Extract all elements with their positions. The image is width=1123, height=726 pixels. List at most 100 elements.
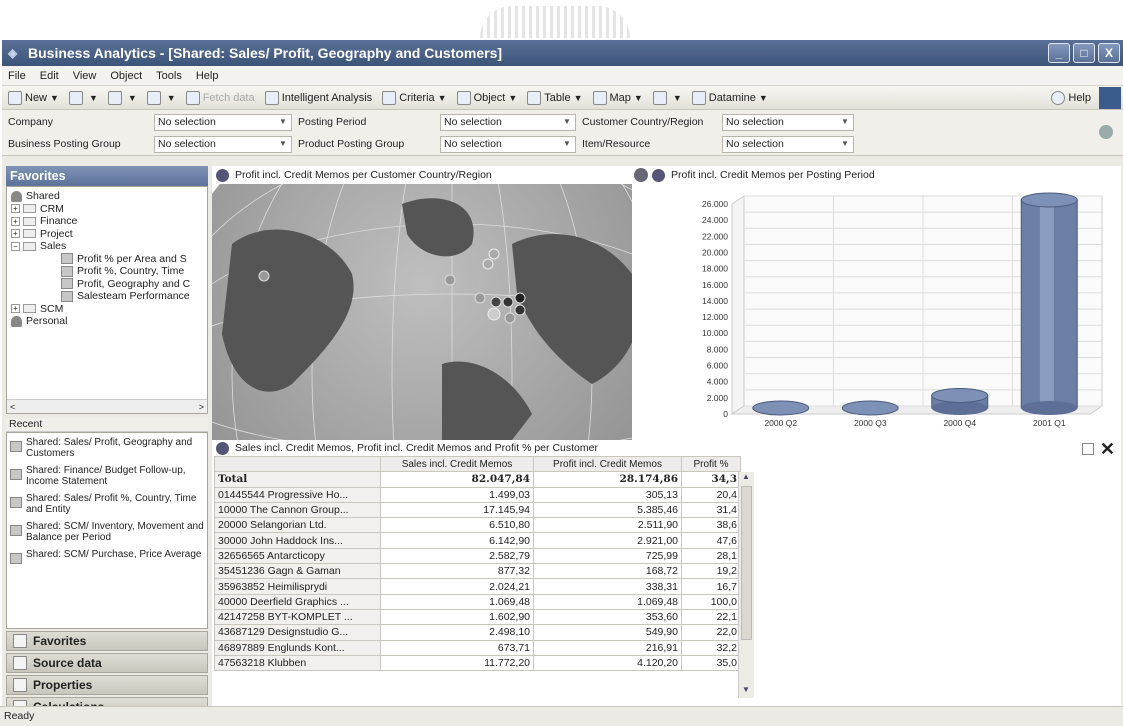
recent-item[interactable]: Shared: Sales/ Profit %, Country, Time a…: [7, 493, 207, 515]
company-select[interactable]: No selection ▼: [154, 113, 292, 131]
close-button[interactable]: X: [1098, 43, 1120, 63]
table-row[interactable]: 46897889 Englunds Kont... 673,71 216,91 32,…: [214, 639, 741, 656]
intelligent-analysis-button[interactable]: Intelligent Analysis: [264, 90, 372, 105]
column-header-profit-pct[interactable]: Profit %: [681, 455, 741, 473]
bar-chart[interactable]: 0 2.000 4.000 6.000 8.000 10.000 12.000 14.000 1…: [632, 184, 1121, 440]
fetch-data-button[interactable]: Fetch data: [185, 90, 255, 105]
table-row[interactable]: 20000 Selangorian Ltd. 6.510,80 2.511,90 38…: [214, 517, 741, 534]
map-marker[interactable]: [502, 296, 514, 308]
profit-cell: 338,31: [533, 578, 682, 595]
tree-node-crm[interactable]: + CRM: [7, 203, 207, 216]
print-button[interactable]: ▼: [146, 90, 176, 105]
column-header-profit[interactable]: Profit incl. Credit Memos: [533, 455, 682, 473]
customer-name: 42147258 BYT-KOMPLET ...: [214, 608, 381, 626]
datamine-button[interactable]: Datamine ▼: [691, 90, 768, 105]
tree-horizontal-scrollbar[interactable]: < >: [7, 399, 207, 413]
collapse-icon[interactable]: −: [11, 241, 20, 251]
scroll-down-icon[interactable]: ▼: [739, 685, 753, 698]
save-icon[interactable]: [1081, 443, 1094, 455]
expand-icon[interactable]: +: [11, 204, 20, 214]
tree-item-report[interactable]: Salesteam Performance: [7, 290, 207, 303]
accordion-source-data[interactable]: Source data: [6, 653, 208, 673]
map-marker[interactable]: [474, 292, 486, 304]
table-row[interactable]: 35963852 Heimilisprydi 2.024,21 338,31 16,7: [214, 578, 741, 595]
collapse-filters-icon[interactable]: [1099, 125, 1113, 139]
x-tick-label: 2000 Q2: [764, 418, 797, 428]
recent-item[interactable]: Shared: Sales/ Profit, Geography and Cus…: [7, 437, 207, 459]
recent-item[interactable]: Shared: Finance/ Budget Follow-up, Incom…: [7, 465, 207, 487]
profit-cell: 216,91: [533, 639, 682, 656]
column-header-sales[interactable]: Sales incl. Credit Memos: [380, 455, 534, 473]
product-group-select[interactable]: No selection ▼: [440, 135, 576, 153]
tree-item-report[interactable]: Profit, Geography and C: [7, 278, 207, 291]
recent-item[interactable]: Shared: SCM/ Inventory, Movement and Bal…: [7, 521, 207, 543]
menu-object[interactable]: Object: [110, 70, 142, 82]
business-group-select[interactable]: No selection ▼: [154, 135, 292, 153]
map-marker[interactable]: [487, 307, 501, 321]
map-marker[interactable]: [488, 248, 500, 260]
table-row[interactable]: 01445544 Progressive Ho... 1.499,03 305,13…: [214, 486, 741, 503]
expand-icon[interactable]: +: [11, 229, 20, 239]
close-icon[interactable]: ✕: [1100, 440, 1115, 458]
table-vertical-scrollbar[interactable]: ▲ ▼: [738, 472, 754, 698]
scroll-right-icon[interactable]: >: [199, 402, 204, 412]
scroll-left-icon[interactable]: <: [10, 402, 15, 412]
map-marker[interactable]: [258, 270, 270, 282]
table-row[interactable]: 30000 John Haddock Ins... 6.142,90 2.921,0…: [214, 532, 741, 549]
map-marker[interactable]: [482, 258, 494, 270]
tree-node-sales[interactable]: − Sales: [7, 240, 207, 253]
expand-icon[interactable]: +: [11, 216, 20, 226]
chart-type-button[interactable]: ▼: [652, 90, 682, 105]
map-marker[interactable]: [514, 292, 526, 304]
table-row[interactable]: 43687129 Designstudio G... 2.498,10 549,90…: [214, 624, 741, 641]
table-row[interactable]: 42147258 BYT-KOMPLET ... 1.602,90 353,60 22…: [214, 608, 741, 626]
menu-file[interactable]: File: [8, 70, 26, 82]
save-button[interactable]: ▼: [107, 90, 137, 105]
table-row[interactable]: 32656565 Antarcticopy 2.582,79 725,99 28,1: [214, 547, 741, 565]
map-marker[interactable]: [514, 304, 526, 316]
accordion-properties[interactable]: Properties: [6, 675, 208, 695]
scrollbar-thumb[interactable]: [741, 486, 752, 640]
customer-country-select[interactable]: No selection ▼: [722, 113, 854, 131]
item-resource-select[interactable]: No selection ▼: [722, 135, 854, 153]
tree-node-shared[interactable]: Shared: [7, 190, 207, 203]
table-row[interactable]: 10000 The Cannon Group... 17.145,94 5.385,…: [214, 501, 741, 519]
tree-node-scm[interactable]: + SCM: [7, 303, 207, 316]
minimize-button[interactable]: _: [1048, 43, 1070, 63]
table-row[interactable]: 47563218 Klubben 11.772,20 4.120,20 35,0: [214, 654, 741, 672]
y-tick-label: 14.000: [702, 296, 728, 306]
recent-item[interactable]: Shared: SCM/ Purchase, Price Average: [7, 549, 207, 564]
table-row[interactable]: 40000 Deerfield Graphics ... 1.069,48 1.06…: [214, 593, 741, 610]
expand-icon[interactable]: +: [11, 304, 20, 314]
table-button[interactable]: Table ▼: [527, 90, 583, 105]
tree-item-report[interactable]: Profit %, Country, Time: [7, 265, 207, 278]
item-resource-label: Item/Resource: [582, 138, 651, 150]
refresh-icon[interactable]: [634, 168, 648, 182]
product-group-value: No selection: [444, 138, 502, 150]
accordion-favorites[interactable]: Favorites: [6, 631, 208, 651]
menu-edit[interactable]: Edit: [40, 70, 59, 82]
profit-cell: 5.385,46: [533, 501, 682, 519]
open-button[interactable]: ▼: [68, 90, 98, 105]
tree-node-project[interactable]: + Project: [7, 228, 207, 241]
menu-tools[interactable]: Tools: [156, 70, 182, 82]
new-button[interactable]: New ▼: [8, 90, 59, 105]
maximize-button[interactable]: □: [1073, 43, 1095, 63]
tree-node-finance[interactable]: + Finance: [7, 215, 207, 228]
object-button[interactable]: Object ▼: [456, 90, 517, 105]
world-map[interactable]: [212, 184, 660, 440]
menu-help[interactable]: Help: [196, 70, 219, 82]
help-button[interactable]: Help: [1051, 90, 1091, 105]
scroll-up-icon[interactable]: ▲: [739, 472, 753, 485]
map-marker[interactable]: [444, 274, 456, 286]
posting-period-select[interactable]: No selection ▼: [440, 113, 576, 131]
menu-view[interactable]: View: [73, 70, 97, 82]
criteria-button[interactable]: Criteria ▼: [382, 90, 447, 105]
tree-item-report[interactable]: Profit % per Area and S: [7, 253, 207, 266]
map-marker[interactable]: [504, 312, 516, 324]
bar-base: [1021, 401, 1078, 415]
map-marker[interactable]: [490, 296, 502, 308]
table-row[interactable]: 35451236 Gagn & Gaman 877,32 168,72 19,2: [214, 563, 741, 580]
tree-node-personal[interactable]: Personal: [7, 315, 207, 328]
map-button[interactable]: Map ▼: [592, 90, 643, 105]
